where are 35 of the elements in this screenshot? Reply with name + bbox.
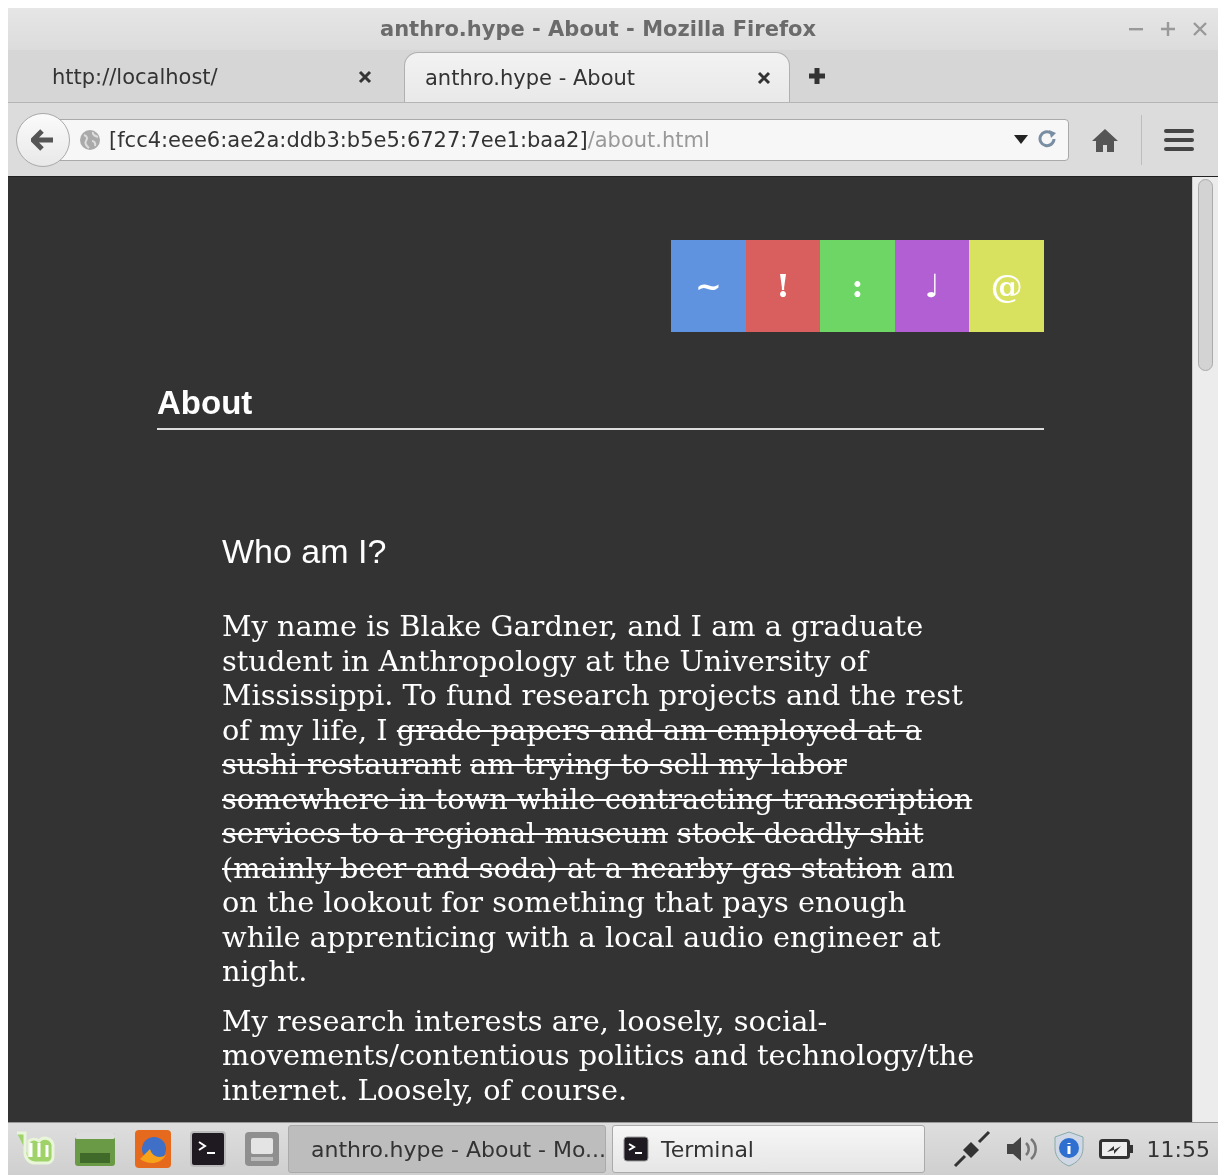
paragraph: My research interests are, loosely, social-movements/contentious politics and technology/the internet. Loosely, of course.: [222, 1003, 976, 1107]
menu-icon[interactable]: [1164, 127, 1194, 152]
close-icon[interactable]: [757, 70, 771, 85]
network-plug-icon[interactable]: [952, 1130, 991, 1168]
scrollbar-thumb[interactable]: [1198, 179, 1213, 371]
volume-icon[interactable]: [1004, 1134, 1039, 1164]
globe-icon: [79, 128, 101, 151]
url-path: /about.html: [587, 127, 710, 152]
terminal-icon: [623, 1136, 649, 1162]
clock: 11:55: [1146, 1136, 1210, 1162]
plus-icon[interactable]: [808, 67, 826, 85]
browser-tab[interactable]: http://localhost/: [18, 52, 390, 102]
firefox-icon[interactable]: [134, 1129, 172, 1169]
back-button[interactable]: [16, 112, 70, 167]
battery-icon[interactable]: [1098, 1138, 1133, 1160]
back-arrow-icon: [31, 128, 55, 151]
page-heading: About: [157, 384, 1044, 430]
close-icon[interactable]: [358, 70, 372, 84]
shield-info-icon[interactable]: [1052, 1131, 1085, 1167]
browser-tab[interactable]: anthro.hype - About: [404, 52, 790, 102]
terminal-icon[interactable]: [190, 1131, 226, 1167]
reload-icon[interactable]: [1038, 129, 1058, 150]
taskbar-window-button[interactable]: Terminal: [612, 1125, 925, 1173]
display-icon[interactable]: [244, 1131, 280, 1167]
nav-tile[interactable]: ♩: [894, 240, 970, 332]
paragraph: My name is Blake Gardner, and I am a graduate student in Anthropology at the University of Mississippi. To fund research projects and the rest of my life, I grade papers and am employed at a sushi restaurant am trying to sell my labor somewhere in town while contracting transcription services to a regional museum stock deadly shit (mainly beer and soda) at a nearby gas station am on the lookout for something that pays enough while apprenticing with a local audio engineer at night.: [222, 609, 974, 989]
taskbar-window-button[interactable]: anthro.hype - About - Mo...: [288, 1125, 606, 1173]
dropdown-caret-icon[interactable]: [1014, 134, 1028, 145]
section-heading: Who am I?: [222, 532, 388, 571]
nav-tile[interactable]: !: [745, 240, 821, 332]
scrollbar[interactable]: [1192, 177, 1218, 1122]
folder-icon[interactable]: [74, 1131, 116, 1167]
window-title: anthro.hype - About - Mozilla Firefox: [378, 17, 817, 41]
home-icon[interactable]: [1091, 126, 1119, 153]
url-host: [fcc4:eee6:ae2a:ddb3:b5e5:6727:7ee1:baa2]: [109, 127, 588, 152]
